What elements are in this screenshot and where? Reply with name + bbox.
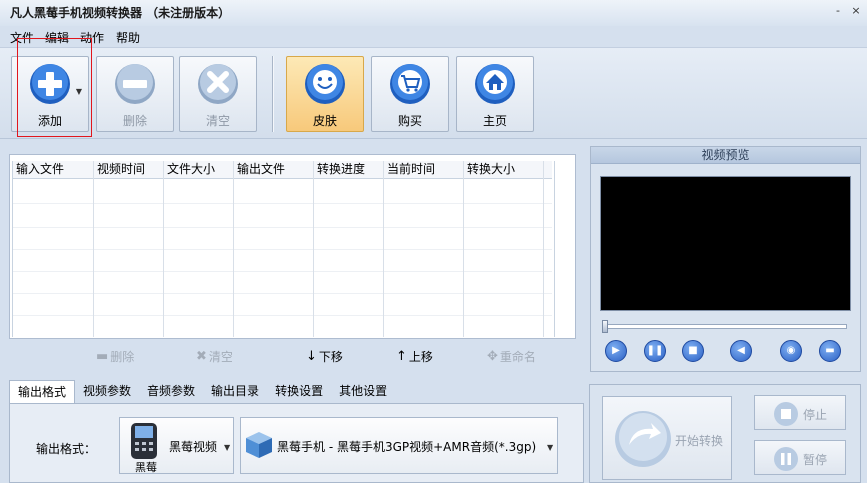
blackberry-phone-icon (131, 423, 157, 459)
pause-label: 暂停 (803, 453, 828, 467)
pause-icon (774, 447, 798, 471)
clear-label: 清空 (205, 114, 230, 128)
pause-icon[interactable]: ❚❚ (644, 340, 666, 362)
pause-button[interactable]: 暂停 (754, 440, 846, 475)
convert-arrow-icon (615, 411, 671, 467)
title-bar: 凡人黑莓手机视频转换器 （未注册版本） - × (0, 0, 867, 26)
add-dropdown-arrow-icon[interactable]: ▼ (76, 87, 82, 96)
list-clear-button[interactable]: ✖ 清空 (196, 348, 233, 365)
arrow-up-icon: ↑ (396, 349, 407, 364)
file-table[interactable]: 输入文件 视频时间 文件大小 输出文件 转换进度 当前时间 转换大小 (12, 161, 552, 337)
tab-output-format[interactable]: 输出格式 (9, 380, 76, 403)
start-convert-button[interactable]: 开始转换 (602, 396, 732, 480)
menu-file[interactable]: 文件 (10, 29, 34, 46)
cube-icon (246, 432, 272, 458)
preview-title: 视频预览 (591, 147, 860, 164)
column-progress[interactable]: 转换进度 (314, 161, 384, 337)
arrow-down-icon: ↓ (306, 349, 317, 364)
tab-convert-settings[interactable]: 转换设置 (267, 380, 331, 403)
clear-x-icon (198, 64, 238, 104)
tab-audio-params[interactable]: 音频参数 (139, 380, 203, 403)
tab-other-settings[interactable]: 其他设置 (331, 380, 395, 403)
buy-label: 购买 (397, 114, 422, 128)
column-video-time[interactable]: 视频时间 (94, 161, 164, 337)
menu-action[interactable]: 动作 (80, 29, 104, 46)
column-converted-size[interactable]: 转换大小 (464, 161, 544, 337)
camera-icon[interactable]: ◉ (780, 340, 802, 362)
tab-output-dir[interactable]: 输出目录 (203, 380, 267, 403)
close-icon: ✖ (196, 349, 207, 364)
folder-icon[interactable]: ▬ (819, 340, 841, 362)
rename-icon: ✥ (487, 349, 498, 364)
column-file-size[interactable]: 文件大小 (164, 161, 234, 337)
device-select[interactable]: 黑莓 黑莓视频 ▼ (119, 417, 234, 474)
add-icon (30, 64, 70, 104)
device-value: 黑莓视频 (169, 440, 218, 454)
settings-tabs: 输出格式 视频参数 音频参数 输出目录 转换设置 其他设置 (9, 380, 395, 404)
close-button[interactable]: × (849, 4, 863, 18)
delete-button[interactable]: 删除 (96, 56, 174, 132)
home-icon (475, 64, 515, 104)
menu-bar: 文件 编辑 动作 帮助 (0, 26, 867, 46)
stop-icon[interactable]: ■ (682, 340, 704, 362)
file-list-panel: 输入文件 视频时间 文件大小 输出文件 转换进度 当前时间 转换大小 (9, 154, 576, 339)
skin-button[interactable]: 皮肤 (286, 56, 364, 132)
minus-icon: ▬ (96, 349, 109, 364)
toolbar-separator (272, 56, 274, 132)
video-screen (600, 176, 851, 311)
home-label: 主页 (482, 114, 507, 128)
delete-label: 删除 (122, 114, 147, 128)
window-title: 凡人黑莓手机视频转换器 （未注册版本） (10, 6, 231, 20)
minus-icon (115, 64, 155, 104)
tab-video-params[interactable]: 视频参数 (75, 380, 139, 403)
device-dropdown-icon[interactable]: ▼ (224, 443, 230, 452)
cart-icon (390, 64, 430, 104)
clear-button[interactable]: 清空 (179, 56, 257, 132)
seek-bar[interactable] (602, 320, 847, 333)
toolbar: ▼ 添加 删除 清空 皮肤 购买 主页 (0, 47, 867, 139)
stop-label: 停止 (803, 408, 828, 422)
stop-icon (774, 402, 798, 426)
seek-handle[interactable] (602, 320, 608, 333)
buy-button[interactable]: 购买 (371, 56, 449, 132)
volume-icon[interactable]: ◀ (730, 340, 752, 362)
move-up-button[interactable]: ↑ 上移 (396, 348, 433, 365)
list-scrollbar[interactable] (554, 161, 575, 337)
start-label: 开始转换 (675, 434, 724, 448)
column-input-file[interactable]: 输入文件 (13, 161, 94, 337)
minimize-button[interactable]: - (831, 4, 845, 18)
video-preview-panel: 视频预览 ▶ ❚❚ ■ ◀ ◉ ▬ (590, 146, 861, 372)
menu-help[interactable]: 帮助 (116, 29, 140, 46)
output-format-label: 输出格式： (36, 442, 97, 456)
format-dropdown-icon[interactable]: ▼ (547, 443, 553, 452)
move-down-button[interactable]: ↓ 下移 (306, 348, 343, 365)
menu-edit[interactable]: 编辑 (45, 29, 69, 46)
format-select[interactable]: 黑莓手机 - 黑莓手机3GP视频+AMR音频(*.3gp) ▼ (240, 417, 558, 474)
rename-button[interactable]: ✥ 重命名 (487, 348, 536, 365)
list-delete-button[interactable]: ▬ 删除 (96, 348, 134, 365)
column-output-file[interactable]: 输出文件 (234, 161, 314, 337)
skin-label: 皮肤 (312, 114, 337, 128)
device-caption: 黑莓 (135, 461, 157, 474)
column-current-time[interactable]: 当前时间 (384, 161, 464, 337)
home-button[interactable]: 主页 (456, 56, 534, 132)
stop-button[interactable]: 停止 (754, 395, 846, 430)
smiley-icon (305, 64, 345, 104)
format-value: 黑莓手机 - 黑莓手机3GP视频+AMR音频(*.3gp) (277, 440, 537, 454)
add-label: 添加 (37, 114, 62, 128)
play-icon[interactable]: ▶ (605, 340, 627, 362)
add-button[interactable]: ▼ 添加 (11, 56, 89, 132)
